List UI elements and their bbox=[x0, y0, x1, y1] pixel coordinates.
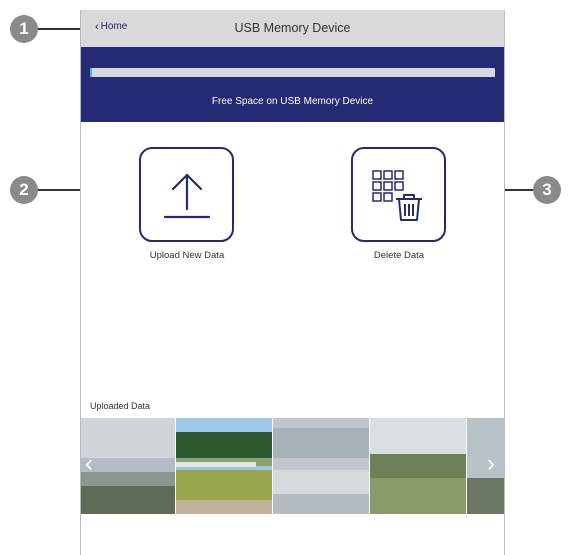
uploaded-image[interactable] bbox=[176, 418, 272, 514]
uploaded-image[interactable] bbox=[81, 418, 175, 514]
landscape-thumbnail bbox=[273, 418, 369, 514]
free-space-label: Free Space on USB Memory Device bbox=[211, 96, 374, 107]
chevron-left-icon: ‹ bbox=[85, 450, 93, 477]
usb-memory-device-panel: ‹ Home USB Memory Device Free Space on U… bbox=[80, 10, 505, 555]
callout-1: 1 bbox=[10, 15, 38, 43]
uploaded-image[interactable] bbox=[273, 418, 369, 514]
carousel-next-button[interactable]: › bbox=[487, 452, 495, 476]
storage-panel: Free Space on USB Memory Device bbox=[81, 47, 504, 122]
delete-data-button[interactable] bbox=[351, 147, 446, 242]
uploaded-image[interactable] bbox=[467, 418, 504, 514]
landscape-thumbnail bbox=[467, 418, 504, 514]
free-space-bar-fill bbox=[90, 68, 93, 77]
landscape-thumbnail bbox=[176, 418, 272, 514]
landscape-thumbnail bbox=[81, 418, 175, 514]
upload-arrow-icon bbox=[163, 173, 210, 218]
upload-new-data-label: Upload New Data bbox=[149, 250, 225, 261]
uploaded-image[interactable] bbox=[370, 418, 466, 514]
uploaded-data-carousel: ‹ › bbox=[81, 418, 504, 514]
delete-data-label: Delete Data bbox=[373, 250, 425, 261]
callout-2: 2 bbox=[10, 176, 38, 204]
page-title: USB Memory Device bbox=[234, 21, 351, 35]
callout-3: 3 bbox=[533, 176, 561, 204]
chevron-right-icon: › bbox=[487, 450, 495, 477]
free-space-bar bbox=[90, 68, 495, 77]
grid-trash-icon bbox=[371, 169, 423, 221]
landscape-thumbnail bbox=[370, 418, 466, 514]
carousel-prev-button[interactable]: ‹ bbox=[85, 452, 93, 476]
top-bar: ‹ Home USB Memory Device bbox=[81, 10, 504, 47]
upload-new-data-button[interactable] bbox=[139, 147, 234, 242]
uploaded-data-title: Uploaded Data bbox=[90, 401, 151, 411]
